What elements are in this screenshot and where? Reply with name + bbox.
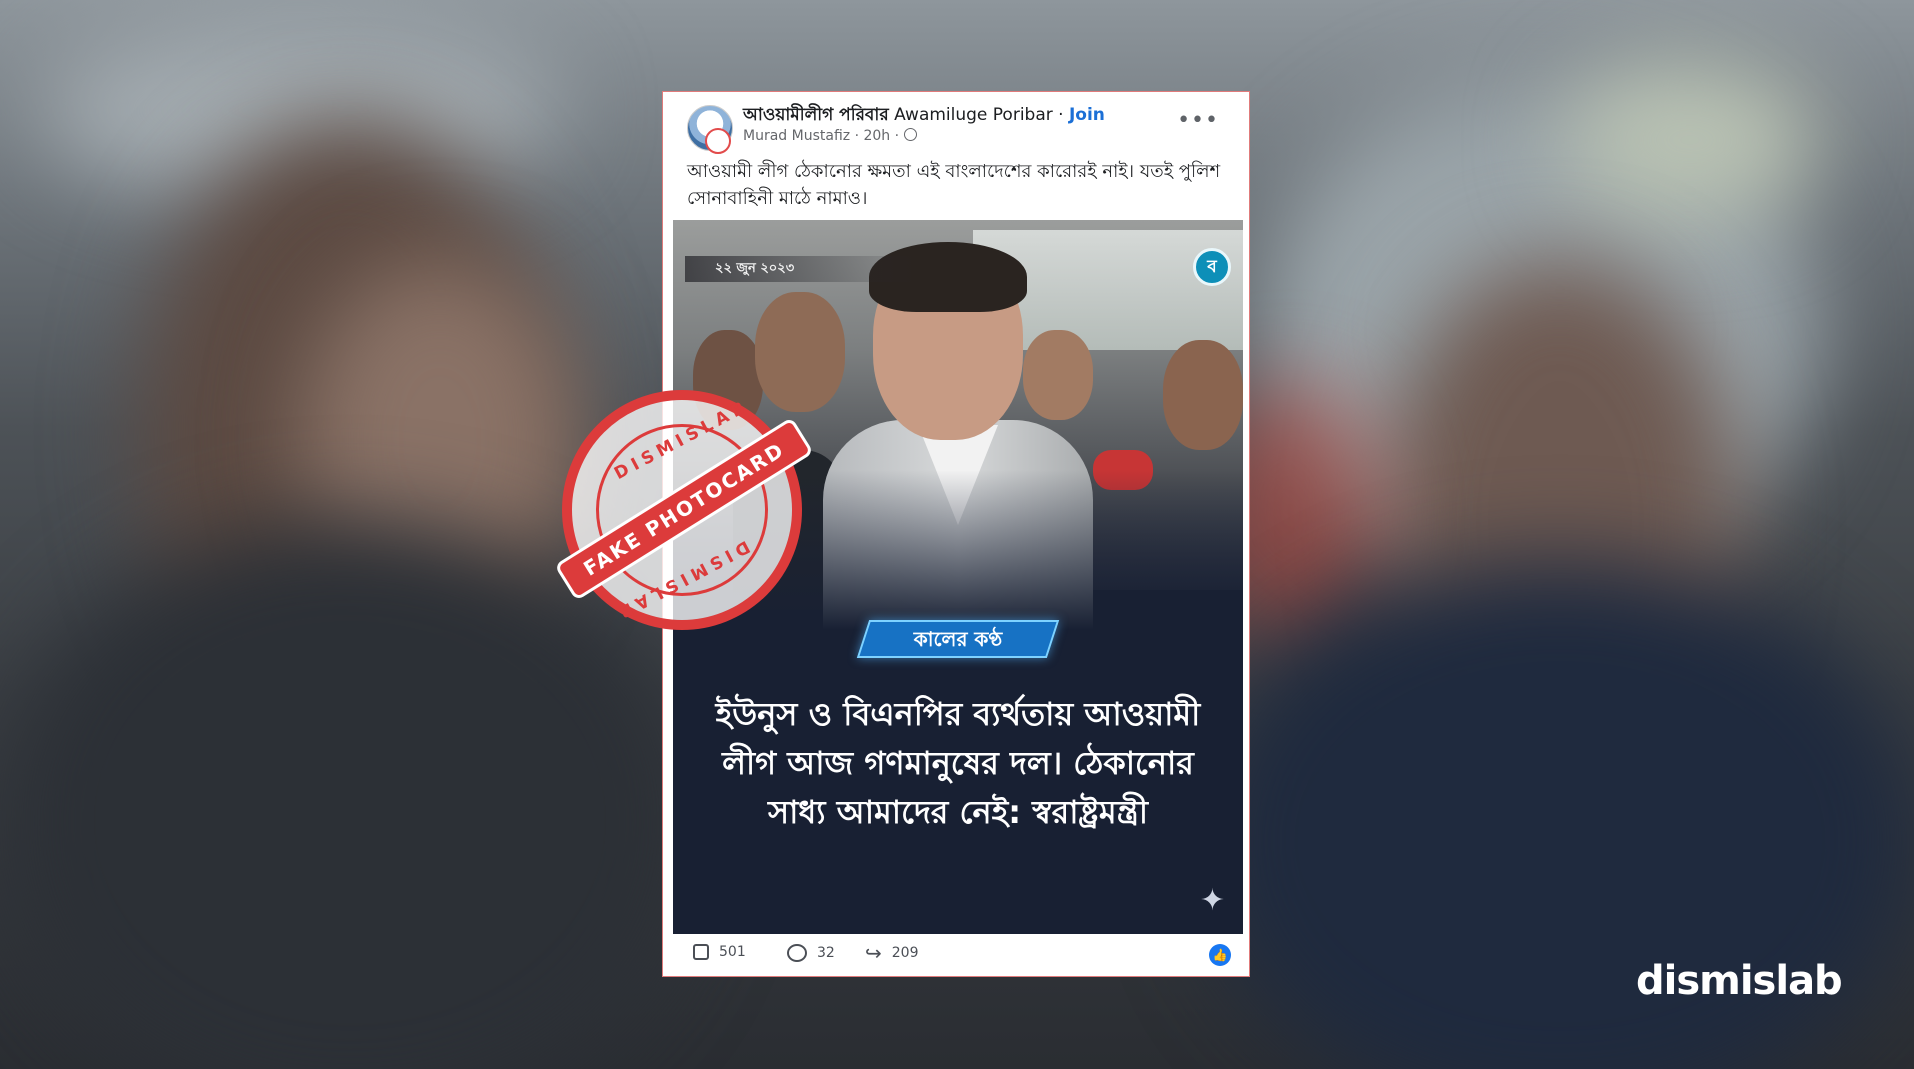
post-time[interactable]: 20h <box>863 128 890 144</box>
post-header: আওয়ামীলীগ পরিবার Awamiluge Poribar · Jo… <box>687 102 1233 154</box>
share-button[interactable]: ↪ 209 <box>865 941 919 965</box>
channel-badge: কালের কণ্ঠ <box>856 620 1060 658</box>
like-count: 501 <box>719 944 746 960</box>
like-button[interactable]: 501 <box>693 944 746 960</box>
like-reaction-icon[interactable]: 👍 <box>1209 944 1231 966</box>
comment-icon <box>787 944 807 962</box>
like-icon <box>693 944 709 960</box>
author-name[interactable]: Murad Mustafiz <box>743 128 850 144</box>
post-meta: Murad Mustafiz · 20h · <box>743 128 917 144</box>
post-caption: আওয়ামী লীগ ঠেকানোর ক্ষমতা এই বাংলাদেশের… <box>687 161 1221 209</box>
more-dots-icon[interactable]: ••• <box>1177 110 1219 132</box>
separator: · <box>854 128 860 144</box>
join-button[interactable]: Join <box>1069 105 1105 125</box>
dismislab-logo: dismislab <box>1636 958 1843 1004</box>
separator: · <box>894 128 900 144</box>
author-avatar[interactable] <box>705 128 731 154</box>
comment-button[interactable]: 32 <box>787 944 835 962</box>
channel-badge-label: কালের কণ্ঠ <box>913 627 1003 651</box>
globe-icon <box>903 128 917 141</box>
photocard-date: ২২ জুন ২০২৩ <box>685 256 925 282</box>
reaction-bar: 501 32 ↪ 209 👍 <box>687 942 1235 972</box>
fake-photocard-stamp: DISMISLAB DISMISLAB FAKE PHOTOCARD <box>554 390 814 630</box>
group-name[interactable]: আওয়ামীলীগ পরিবার <box>743 105 889 125</box>
group-name-line: আওয়ামীলীগ পরিবার Awamiluge Poribar · Jo… <box>743 102 1105 130</box>
sparkle-icon: ✦ <box>1199 883 1225 918</box>
photocard-headline: ইউনুস ও বিএনপির ব্যর্থতায় আওয়ামী লীগ আ… <box>715 695 1201 831</box>
separator: · <box>1058 105 1064 125</box>
share-count: 209 <box>891 945 919 961</box>
group-name-latin[interactable]: Awamiluge Poribar <box>894 105 1053 125</box>
share-icon: ↪ <box>865 941 882 965</box>
channel-logo-icon: ব <box>1193 248 1231 286</box>
comment-count: 32 <box>817 945 835 961</box>
